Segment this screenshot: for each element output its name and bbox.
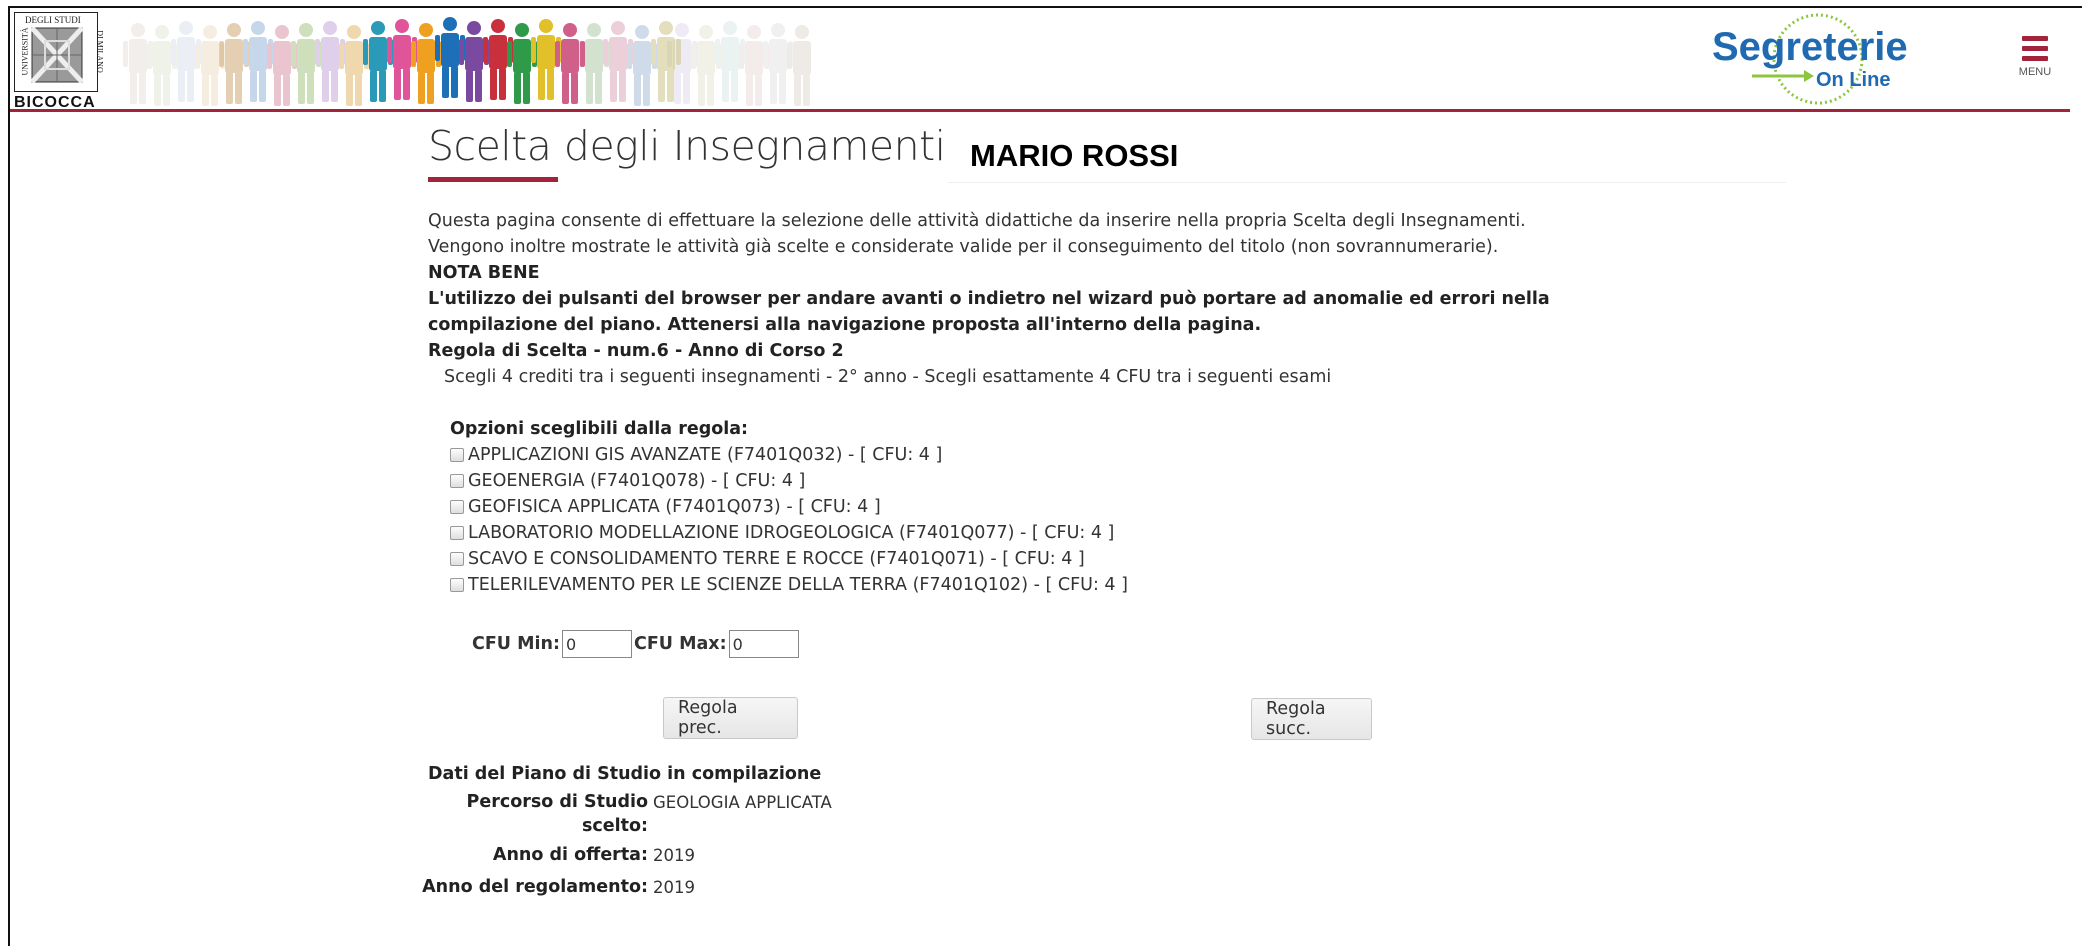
rule-title: Regola di Scelta - num.6 - Anno di Corso…: [428, 341, 844, 361]
anno-offerta-label: Anno di offerta:: [492, 845, 648, 865]
option-checkbox[interactable]: [450, 578, 464, 592]
page-title: Scelta degli Insegnamenti di:: [428, 122, 1008, 170]
option-item: TELERILEVAMENTO PER LE SCIENZE DELLA TER…: [450, 572, 1588, 598]
site-header: DEGLI STUDI UNIVERSITÀ DI MILANO BICOCCA: [10, 8, 2070, 112]
page-title-wrap: Scelta degli Insegnamenti di:: [428, 122, 1008, 170]
option-label[interactable]: GEOENERGIA (F7401Q078) - [ CFU: 4 ]: [468, 468, 805, 494]
option-label[interactable]: LABORATORIO MODELLAZIONE IDROGEOLOGICA (…: [468, 520, 1114, 546]
university-logo-left-text: UNIVERSITÀ: [20, 27, 30, 76]
option-item: GEOENERGIA (F7401Q078) - [ CFU: 4 ]: [450, 468, 1588, 494]
intro-text: Questa pagina consente di effettuare la …: [428, 211, 1526, 257]
study-plan-title: Dati del Piano di Studio in compilazione: [428, 764, 822, 784]
percorso-label-line1: Percorso di Studio: [466, 792, 648, 812]
percorso-row: Percorso di Studio scelto: GEOLOGIA APPL…: [428, 790, 832, 840]
main-content: Questa pagina consente di effettuare la …: [428, 208, 1588, 598]
university-logo-top-text: DEGLI STUDI: [25, 15, 81, 25]
student-name: MARIO ROSSI: [970, 138, 1179, 173]
menu-button[interactable]: MENU: [2010, 36, 2060, 100]
option-checkbox[interactable]: [450, 500, 464, 514]
people-banner-image: [123, 17, 812, 106]
university-logo[interactable]: DEGLI STUDI UNIVERSITÀ DI MILANO BICOCCA: [14, 12, 105, 112]
rule-description: Scegli 4 crediti tra i seguenti insegnam…: [444, 367, 1332, 387]
university-logo-box: DEGLI STUDI UNIVERSITÀ DI MILANO: [14, 12, 105, 92]
menu-label: MENU: [2018, 66, 2052, 78]
next-rule-button[interactable]: Regola succ.: [1251, 698, 1372, 740]
page-title-underline: [428, 177, 558, 182]
anno-regolamento-label: Anno del regolamento:: [422, 877, 648, 897]
anno-regolamento-value: 2019: [653, 878, 695, 897]
option-checkbox[interactable]: [450, 526, 464, 540]
university-emblem-icon: [31, 27, 83, 83]
anno-regolamento-row: Anno del regolamento: 2019: [422, 875, 695, 901]
cfu-range-row: CFU Min: CFU Max:: [472, 630, 801, 658]
option-checkbox[interactable]: [450, 474, 464, 488]
cfu-max-label: CFU Max:: [633, 634, 727, 654]
nota-bene-label: NOTA BENE: [428, 263, 540, 283]
segreterie-online-logo[interactable]: Segreterie On Line: [1700, 12, 1910, 110]
option-label[interactable]: APPLICAZIONI GIS AVANZATE (F7401Q032) - …: [468, 442, 942, 468]
option-item: APPLICAZIONI GIS AVANZATE (F7401Q032) - …: [450, 442, 1588, 468]
hamburger-icon: [2010, 36, 2060, 61]
option-item: SCAVO E CONSOLIDAMENTO TERRE E ROCCE (F7…: [450, 546, 1588, 572]
anno-offerta-row: Anno di offerta: 2019: [428, 843, 695, 869]
options-title: Opzioni sceglibili dalla regola:: [450, 419, 749, 439]
options-list: Opzioni sceglibili dalla regola: APPLICA…: [428, 416, 1588, 598]
option-checkbox[interactable]: [450, 448, 464, 462]
university-logo-right-text: DI MILANO: [95, 30, 105, 73]
percorso-label-line2: scelto:: [581, 816, 648, 836]
cfu-max-input[interactable]: [728, 630, 799, 658]
option-label[interactable]: SCAVO E CONSOLIDAMENTO TERRE E ROCCE (F7…: [468, 546, 1085, 572]
option-item: GEOFISICA APPLICATA (F7401Q073) - [ CFU:…: [450, 494, 1588, 520]
previous-rule-button[interactable]: Regola prec.: [663, 697, 798, 739]
segreterie-logo-line2: On Line: [1816, 69, 1890, 91]
cfu-min-input[interactable]: [561, 630, 632, 658]
student-name-box: MARIO ROSSI: [948, 128, 1786, 183]
option-label[interactable]: GEOFISICA APPLICATA (F7401Q073) - [ CFU:…: [468, 494, 881, 520]
percorso-value: GEOLOGIA APPLICATA: [653, 793, 832, 812]
segreterie-online-logo-graphic: Segreterie On Line: [1712, 13, 1908, 105]
option-item: LABORATORIO MODELLAZIONE IDROGEOLOGICA (…: [450, 520, 1588, 546]
option-checkbox[interactable]: [450, 552, 464, 566]
cfu-min-label: CFU Min:: [472, 634, 560, 654]
university-logo-bottom-text: BICOCCA: [14, 94, 96, 111]
segreterie-logo-line1: Segreterie: [1712, 25, 1908, 69]
nota-bene-text: L'utilizzo dei pulsanti del browser per …: [428, 289, 1550, 335]
option-label[interactable]: TELERILEVAMENTO PER LE SCIENZE DELLA TER…: [468, 572, 1128, 598]
anno-offerta-value: 2019: [653, 846, 695, 865]
